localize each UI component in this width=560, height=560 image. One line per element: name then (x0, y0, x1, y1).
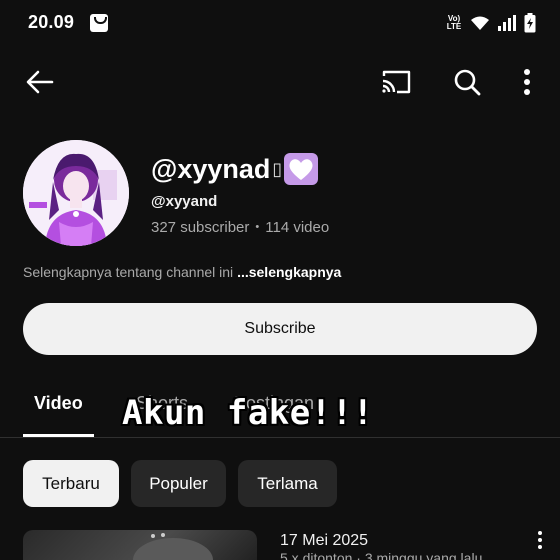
wifi-icon (471, 16, 489, 30)
channel-description[interactable]: Selengkapnya tentang channel ini ...sele… (23, 264, 341, 280)
description-text: Selengkapnya tentang channel ini (23, 264, 238, 280)
more-vert-icon (524, 69, 530, 95)
cast-icon (382, 70, 411, 94)
avatar-illustration (23, 140, 129, 246)
back-arrow-icon (26, 70, 54, 94)
tab-video[interactable]: Video (34, 393, 83, 414)
overlay-caption: Akun fake!!! (122, 393, 374, 433)
description-more-link[interactable]: ...selengkapnya (237, 264, 341, 280)
shopping-bag-icon (90, 14, 108, 32)
subscribe-button[interactable]: Subscribe (23, 303, 537, 355)
purple-heart-icon (284, 153, 319, 185)
back-button[interactable] (22, 64, 58, 100)
battery-charging-icon (524, 13, 536, 33)
thumbnail-image (133, 533, 213, 560)
search-button[interactable] (449, 64, 485, 100)
chip-terbaru[interactable]: Terbaru (23, 460, 119, 507)
channel-stats: 327 subscriber • 114 video (151, 219, 329, 236)
video-count: 114 video (265, 219, 330, 236)
active-tab-indicator (23, 434, 94, 437)
missing-glyph: ▯ (272, 158, 283, 179)
status-icons: Vo) LTE (446, 13, 536, 33)
channel-name-text: @xyynad (151, 153, 271, 184)
status-time: 20.09 (28, 12, 75, 32)
status-bar: 20.09 Vo) LTE (0, 0, 560, 46)
channel-avatar[interactable] (23, 140, 129, 246)
subscriber-count: 327 subscriber (151, 219, 250, 236)
video-more-icon[interactable] (535, 531, 545, 553)
chip-terlama[interactable]: Terlama (238, 460, 337, 507)
channel-name: @xyynad ▯ (151, 153, 319, 185)
video-date[interactable]: 17 Mei 2025 (280, 532, 368, 550)
stats-separator: • (255, 221, 260, 233)
channel-handle: @xyyand (151, 193, 218, 210)
more-options-button[interactable] (509, 64, 545, 100)
search-icon (454, 69, 481, 96)
volte-icon: Vo) LTE (446, 14, 462, 31)
chip-populer[interactable]: Populer (131, 460, 226, 507)
cast-button[interactable] (378, 64, 414, 100)
video-meta: 5 x ditonton · 3 minggu yang lalu (280, 550, 483, 560)
signal-icon (498, 15, 516, 31)
video-thumbnail[interactable] (23, 530, 257, 560)
top-nav (0, 58, 560, 108)
